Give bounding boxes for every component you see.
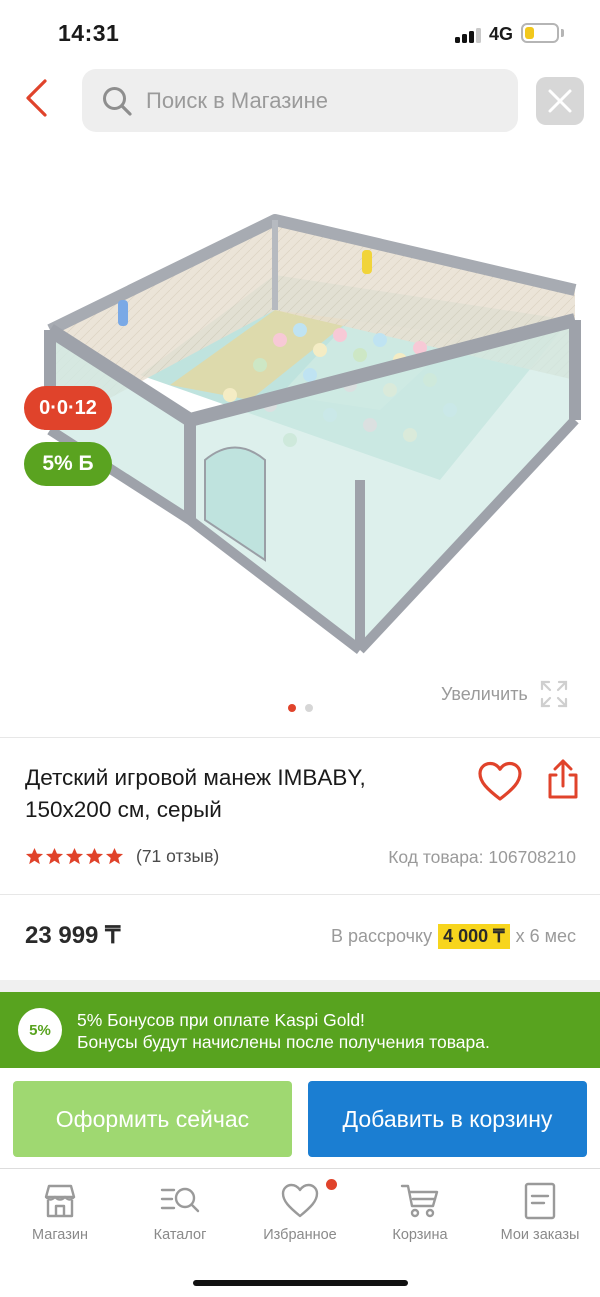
- bonus-percent-badge: 5%: [18, 1008, 62, 1052]
- product-gallery[interactable]: 0·0·12 5% Б Увеличить: [0, 150, 600, 720]
- tab-label: Магазин: [32, 1227, 88, 1243]
- tab-favorites[interactable]: Избранное: [240, 1181, 360, 1243]
- tab-cart[interactable]: Корзина: [360, 1181, 480, 1243]
- star-icon: [65, 847, 84, 865]
- slide-indicator: [288, 704, 313, 712]
- installment-badge: 0·0·12: [24, 386, 112, 430]
- status-time: 14:31: [58, 20, 120, 46]
- bonus-subtitle: Бонусы будут начислены после получения т…: [77, 1032, 490, 1052]
- installment-prefix: В рассрочку: [330, 926, 433, 946]
- tab-label: Мои заказы: [500, 1227, 580, 1243]
- add-to-cart-button[interactable]: Добавить в корзину: [308, 1081, 587, 1157]
- search-icon: [103, 86, 132, 116]
- signal-icon: [455, 27, 483, 43]
- battery-icon: [521, 23, 559, 43]
- tab-label: Избранное: [263, 1227, 337, 1243]
- product-price: 23 999 ₸: [25, 922, 121, 949]
- installment-suffix: x 6 мес: [515, 926, 576, 946]
- kaspi-gold-bonus-banner[interactable]: 5% 5% Бонусов при оплате Kaspi Gold! Бон…: [0, 992, 600, 1068]
- search-input[interactable]: [146, 87, 486, 114]
- product-sku: Код товара: 106708210: [388, 847, 576, 867]
- section-separator: [0, 980, 600, 992]
- zoom-button[interactable]: Увеличить: [441, 678, 570, 710]
- close-icon: [548, 89, 572, 113]
- slide-dot[interactable]: [288, 704, 296, 712]
- tab-shop[interactable]: Магазин: [0, 1181, 120, 1243]
- bonus-title: 5% Бонусов при оплате Kaspi Gold!: [77, 1010, 365, 1030]
- tab-catalog[interactable]: Каталог: [120, 1181, 240, 1243]
- battery-tip: [561, 29, 564, 37]
- back-button[interactable]: [14, 76, 58, 120]
- tab-label: Корзина: [392, 1227, 448, 1243]
- bonus-badge: 5% Б: [24, 442, 112, 486]
- expand-icon: [540, 680, 567, 708]
- zoom-label: Увеличить: [441, 683, 528, 704]
- product-title: Детский игровой манеж IMBABY, 150x200 см…: [25, 765, 366, 822]
- search-field[interactable]: [82, 69, 518, 132]
- bottom-tab-bar: Магазин Каталог Избранное Корзина Мои за…: [0, 1168, 600, 1297]
- heart-icon: [281, 1183, 319, 1218]
- home-indicator[interactable]: [193, 1280, 408, 1286]
- star-icon: [25, 847, 44, 865]
- shop-icon: [44, 1184, 76, 1218]
- installment-amount: 4 000 ₸: [438, 924, 510, 949]
- star-icon: [45, 847, 64, 865]
- slide-dot[interactable]: [305, 704, 313, 712]
- tab-my-orders[interactable]: Мои заказы: [480, 1181, 600, 1243]
- star-icon: [105, 847, 124, 865]
- rating-stars: [25, 847, 124, 866]
- divider: [0, 894, 600, 895]
- order-now-button[interactable]: Оформить сейчас: [13, 1081, 292, 1157]
- installment-info[interactable]: В рассрочку 4 000 ₸ x 6 мес: [331, 924, 576, 949]
- catalog-search-icon: [160, 1187, 200, 1213]
- share-button[interactable]: [543, 758, 583, 802]
- favorites-notification-dot: [326, 1179, 337, 1190]
- cart-icon: [400, 1184, 439, 1218]
- add-to-favorites-button[interactable]: [477, 760, 523, 804]
- reviews-link[interactable]: (71 отзыв): [136, 846, 219, 867]
- status-bar: 14:31 4G: [0, 0, 600, 62]
- clear-search-button[interactable]: [536, 77, 584, 125]
- star-icon: [85, 847, 104, 865]
- divider: [0, 737, 600, 738]
- rating-row[interactable]: (71 отзыв): [25, 846, 219, 867]
- share-icon: [548, 759, 578, 799]
- heart-icon: [478, 761, 522, 801]
- tab-label: Каталог: [153, 1227, 207, 1243]
- network-type: 4G: [489, 24, 514, 44]
- orders-icon: [524, 1182, 556, 1220]
- search-header: [0, 62, 600, 142]
- chevron-left-icon: [26, 79, 47, 117]
